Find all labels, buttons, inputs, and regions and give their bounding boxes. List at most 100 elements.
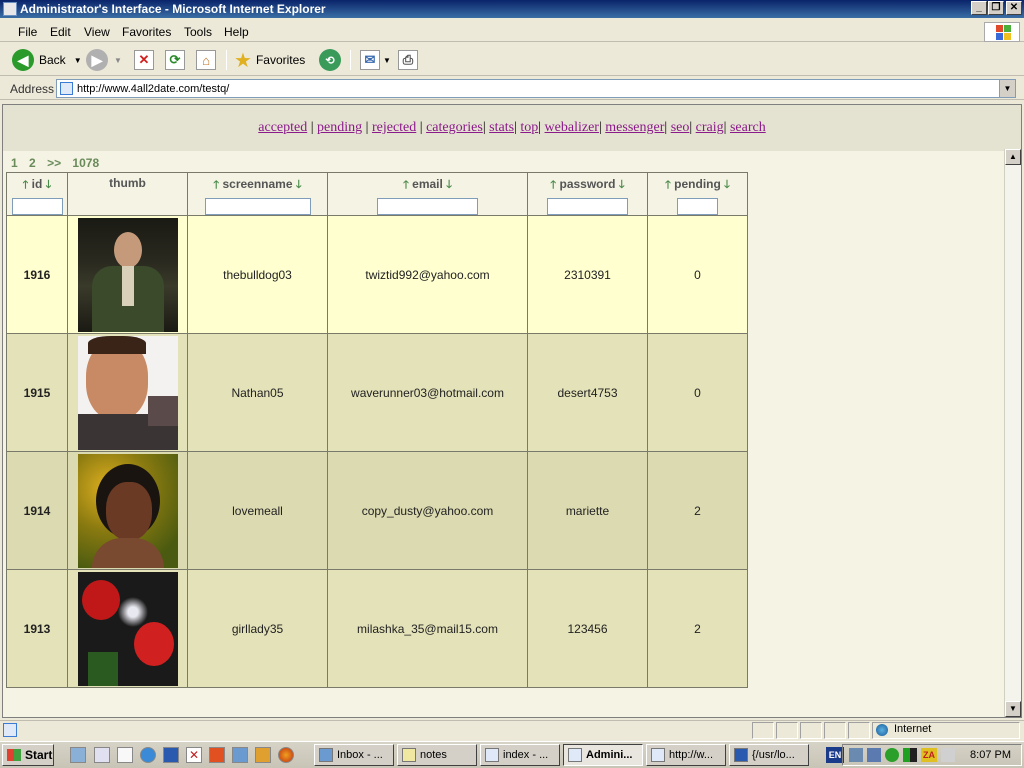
user-thumbnail-image[interactable]	[77, 453, 178, 568]
table-row[interactable]: 1913 girllady35 milashka_35@mail15.com 1…	[6, 569, 748, 688]
task-usr[interactable]: {/usr/lo...	[729, 744, 809, 766]
quicklaunch-pencil-icon[interactable]	[255, 747, 271, 763]
menu-tools[interactable]: Tools	[184, 25, 212, 39]
tray-monitor-icon[interactable]	[867, 748, 881, 762]
mail-button[interactable]: ✉ ▼	[360, 48, 391, 72]
pending-filter-input[interactable]	[677, 198, 718, 215]
sort-desc-icon[interactable]: 🡓	[619, 179, 625, 191]
menu-file[interactable]: File	[18, 25, 37, 39]
ie-page-icon	[3, 2, 17, 16]
sort-asc-icon[interactable]: 🡑	[550, 179, 556, 191]
column-label: password	[559, 177, 616, 191]
id-cell[interactable]: 1914	[6, 451, 68, 570]
stop-button[interactable]: ✕	[134, 48, 154, 72]
nav-link-top[interactable]: top	[520, 120, 538, 135]
favorites-button[interactable]: ★ Favorites	[234, 48, 305, 72]
quicklaunch-x-icon[interactable]: ✕	[186, 747, 202, 763]
window-title: Administrator's Interface - Microsoft In…	[20, 2, 326, 16]
pending-cell: 0	[647, 215, 748, 334]
user-thumbnail-image[interactable]	[77, 217, 178, 332]
task-http[interactable]: http://w...	[646, 744, 726, 766]
home-button[interactable]: ⌂	[196, 48, 216, 72]
id-cell[interactable]: 1915	[6, 333, 68, 452]
nav-link-messenger[interactable]: messenger	[605, 120, 664, 135]
nav-link-pending[interactable]: pending	[317, 120, 362, 135]
quicklaunch-desktop-icon[interactable]	[70, 747, 86, 763]
print-button[interactable]: ⎙	[398, 48, 418, 72]
nav-link-stats[interactable]: stats	[489, 120, 514, 135]
task-notes[interactable]: notes	[397, 744, 477, 766]
quicklaunch-book-icon[interactable]	[117, 747, 133, 763]
email-filter-input[interactable]	[377, 198, 478, 215]
screenname-cell: Nathan05	[187, 333, 328, 452]
windows-logo-icon	[984, 22, 1020, 42]
nav-link-search[interactable]: search	[730, 120, 766, 135]
id-filter-input[interactable]	[11, 198, 63, 215]
quicklaunch-ie-icon[interactable]	[140, 747, 156, 763]
sort-desc-icon[interactable]: 🡓	[446, 179, 452, 191]
vertical-scrollbar[interactable]: ▲ ▼	[1004, 149, 1021, 717]
tray-clover-icon[interactable]	[885, 748, 899, 762]
id-cell[interactable]: 1913	[6, 569, 68, 688]
refresh-button[interactable]: ⟳	[165, 48, 185, 72]
tray-security-icon[interactable]	[903, 748, 917, 762]
password-cell: 123456	[527, 569, 648, 688]
tray-zonealarm-icon[interactable]: ZA	[921, 748, 937, 762]
table-row[interactable]: 1915 Nathan05 waverunner03@hotmail.com d…	[6, 333, 748, 452]
minimize-button[interactable]: _	[971, 1, 987, 15]
nav-link-accepted[interactable]: accepted	[258, 120, 307, 135]
quicklaunch-firefox-icon[interactable]	[278, 747, 294, 763]
email-cell: milashka_35@mail15.com	[327, 569, 528, 688]
sort-asc-icon[interactable]: 🡑	[23, 179, 29, 191]
back-label: Back	[39, 53, 66, 67]
table-row[interactable]: 1914 lovemeall copy_dusty@yahoo.com mari…	[6, 451, 748, 570]
quicklaunch-word-icon[interactable]	[163, 747, 179, 763]
thumb-cell	[67, 215, 188, 334]
menu-view[interactable]: View	[84, 25, 110, 39]
page-link-next[interactable]: >>	[47, 156, 61, 170]
scroll-up-button[interactable]: ▲	[1005, 149, 1021, 165]
restore-button[interactable]: ❐	[988, 1, 1004, 15]
id-cell[interactable]: 1916	[6, 215, 68, 334]
menu-edit[interactable]: Edit	[50, 25, 71, 39]
task-inbox[interactable]: Inbox - ...	[314, 744, 394, 766]
address-dropdown-button[interactable]: ▼	[999, 80, 1015, 97]
tray-usb-icon[interactable]	[941, 748, 955, 762]
email-cell: waverunner03@hotmail.com	[327, 333, 528, 452]
table-row[interactable]: 1916 thebulldog03 twiztid992@yahoo.com 2…	[6, 215, 748, 334]
start-button[interactable]: Start	[2, 744, 54, 766]
nav-link-webalizer[interactable]: webalizer	[545, 120, 599, 135]
screenname-filter-input[interactable]	[204, 198, 311, 215]
quicklaunch-app-icon[interactable]	[94, 747, 110, 763]
nav-link-categories[interactable]: categories	[426, 120, 483, 135]
page-link-last[interactable]: 1078	[72, 156, 99, 170]
forward-button[interactable]: ▶ ▼	[86, 48, 122, 72]
quicklaunch-network-icon[interactable]	[232, 747, 248, 763]
nav-link-rejected[interactable]: rejected	[372, 120, 416, 135]
menu-favorites[interactable]: Favorites	[122, 25, 171, 39]
browser-window: Administrator's Interface - Microsoft In…	[0, 0, 1024, 768]
page-link-2[interactable]: 2	[29, 156, 36, 170]
sort-desc-icon[interactable]: 🡓	[724, 179, 730, 191]
address-input[interactable]: http://www.4all2date.com/testq/ ▼	[56, 79, 1016, 98]
sort-asc-icon[interactable]: 🡑	[403, 179, 409, 191]
sort-asc-icon[interactable]: 🡑	[665, 179, 671, 191]
page-link-1[interactable]: 1	[11, 156, 18, 170]
sort-asc-icon[interactable]: 🡑	[213, 179, 219, 191]
nav-link-craig[interactable]: craig	[696, 120, 724, 135]
password-filter-input[interactable]	[547, 198, 628, 215]
sort-desc-icon[interactable]: 🡓	[46, 179, 52, 191]
quicklaunch-orange-icon[interactable]	[209, 747, 225, 763]
user-thumbnail-image[interactable]	[77, 335, 178, 450]
menu-help[interactable]: Help	[224, 25, 249, 39]
close-button[interactable]: ✕	[1006, 1, 1022, 15]
history-button[interactable]: ⟲	[319, 48, 341, 72]
task-admin[interactable]: Admini...	[563, 744, 643, 766]
scroll-down-button[interactable]: ▼	[1005, 701, 1021, 717]
back-button[interactable]: ◀ Back ▼	[12, 48, 82, 72]
task-index[interactable]: index - ...	[480, 744, 560, 766]
user-thumbnail-image[interactable]	[77, 571, 178, 686]
tray-network-icon[interactable]	[849, 748, 863, 762]
nav-link-seo[interactable]: seo	[671, 120, 690, 135]
sort-desc-icon[interactable]: 🡓	[296, 179, 302, 191]
